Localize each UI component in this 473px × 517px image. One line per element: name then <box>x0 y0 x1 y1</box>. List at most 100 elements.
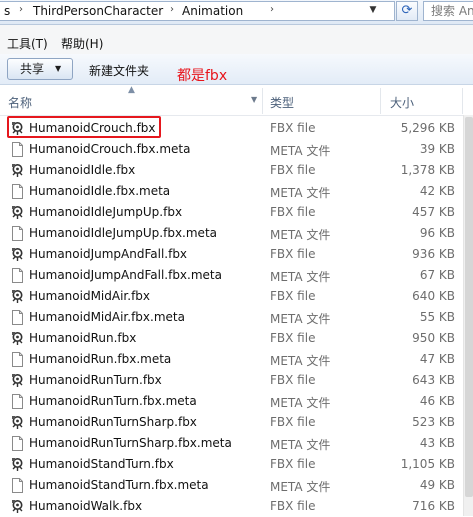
generic-file-icon <box>11 226 24 241</box>
file-row[interactable]: HumanoidJumpAndFall.fbx.meta META 文件 67 KB <box>0 265 463 286</box>
file-row[interactable]: HumanoidWalk.fbx FBX file 716 KB <box>0 496 463 517</box>
file-row[interactable]: HumanoidRun.fbx.meta META 文件 47 KB <box>0 349 463 370</box>
refresh-button[interactable]: ⟳ <box>396 1 418 21</box>
file-size: 950 KB <box>412 331 455 345</box>
file-type: META 文件 <box>270 438 331 452</box>
file-type: META 文件 <box>270 354 331 368</box>
file-row[interactable]: HumanoidRunTurn.fbx.meta META 文件 46 KB <box>0 391 463 412</box>
file-row[interactable]: HumanoidJumpAndFall.fbx FBX file 936 KB <box>0 244 463 265</box>
chevron-down-icon: ▼ <box>55 64 62 73</box>
file-size: 643 KB <box>412 373 455 387</box>
column-header-type[interactable]: 类型 <box>270 94 294 111</box>
file-type: FBX file <box>270 415 316 429</box>
fbx-file-icon <box>11 331 24 346</box>
breadcrumb-separator-icon[interactable]: › <box>19 4 23 15</box>
file-row[interactable]: HumanoidCrouch.fbx.meta META 文件 39 KB <box>0 139 463 160</box>
menu-bar: 工具(T) 帮助(H) <box>0 25 473 55</box>
file-size: 1,378 KB <box>400 163 455 177</box>
vertical-scrollbar[interactable] <box>463 115 473 516</box>
file-name: HumanoidMidAir.fbx.meta <box>29 310 185 324</box>
file-size: 523 KB <box>412 415 455 429</box>
generic-file-icon <box>11 184 24 199</box>
file-type: META 文件 <box>270 312 331 326</box>
generic-file-icon <box>11 268 24 283</box>
column-header-name[interactable]: 名称 <box>8 94 32 111</box>
file-name: HumanoidCrouch.fbx.meta <box>29 142 191 156</box>
file-type: FBX file <box>270 247 316 261</box>
file-name: HumanoidRunTurn.fbx <box>29 373 162 387</box>
fbx-file-icon <box>11 289 24 304</box>
column-header-row: ▲ 名称 ▼ 类型 大小 <box>0 85 473 116</box>
file-row[interactable]: HumanoidStandTurn.fbx.meta META 文件 49 KB <box>0 475 463 496</box>
file-row[interactable]: HumanoidRunTurn.fbx FBX file 643 KB <box>0 370 463 391</box>
column-divider[interactable] <box>462 88 463 114</box>
new-folder-button[interactable]: 新建文件夹 <box>89 62 149 79</box>
breadcrumb-separator-icon[interactable]: › <box>170 4 174 15</box>
file-name: HumanoidStandTurn.fbx.meta <box>29 478 209 492</box>
search-input[interactable]: 搜索 Ani <box>423 1 473 21</box>
file-name: HumanoidJumpAndFall.fbx.meta <box>29 268 222 282</box>
file-type: FBX file <box>270 205 316 219</box>
file-size: 46 KB <box>419 394 455 408</box>
file-name: HumanoidIdleJumpUp.fbx <box>29 205 183 219</box>
file-type: META 文件 <box>270 144 331 158</box>
scrollbar-thumb[interactable] <box>465 117 473 497</box>
menu-help[interactable]: 帮助(H) <box>61 35 103 52</box>
share-button[interactable]: 共享 ▼ <box>7 58 73 80</box>
menu-tools[interactable]: 工具(T) <box>7 35 48 52</box>
file-size: 640 KB <box>412 289 455 303</box>
file-size: 42 KB <box>419 184 455 198</box>
file-row[interactable]: HumanoidIdle.fbx FBX file 1,378 KB <box>0 160 463 181</box>
address-bar[interactable]: s › ThirdPersonCharacter › Animation › ▼ <box>0 1 395 21</box>
file-type: FBX file <box>270 457 316 471</box>
file-name: HumanoidIdle.fbx.meta <box>29 184 171 198</box>
fbx-file-icon <box>11 415 24 430</box>
file-name: HumanoidIdleJumpUp.fbx.meta <box>29 226 217 240</box>
breadcrumb-item[interactable]: s <box>4 4 10 18</box>
file-size: 39 KB <box>419 142 455 156</box>
annotation-text: 都是fbx <box>177 68 228 84</box>
command-toolbar: 共享 ▼ 新建文件夹 <box>0 54 473 85</box>
file-name: HumanoidRunTurn.fbx.meta <box>29 394 197 408</box>
generic-file-icon <box>11 436 24 451</box>
file-row[interactable]: HumanoidRunTurnSharp.fbx.meta META 文件 43 K… <box>0 433 463 454</box>
address-history-dropdown-icon[interactable]: ▼ <box>367 5 379 19</box>
column-header-size[interactable]: 大小 <box>390 94 414 111</box>
fbx-file-icon <box>11 205 24 220</box>
generic-file-icon <box>11 394 24 409</box>
file-type: META 文件 <box>270 186 331 200</box>
file-type: META 文件 <box>270 228 331 242</box>
file-size: 43 KB <box>419 436 455 450</box>
fbx-file-icon <box>11 247 24 262</box>
file-size: 96 KB <box>419 226 455 240</box>
file-row[interactable]: HumanoidIdleJumpUp.fbx FBX file 457 KB <box>0 202 463 223</box>
file-type: FBX file <box>270 289 316 303</box>
file-size: 49 KB <box>419 478 455 492</box>
column-divider[interactable] <box>262 88 263 114</box>
column-filter-dropdown-icon[interactable]: ▼ <box>251 95 257 104</box>
file-row[interactable]: HumanoidRun.fbx FBX file 950 KB <box>0 328 463 349</box>
file-size: 457 KB <box>412 205 455 219</box>
file-name: HumanoidRun.fbx <box>29 331 137 345</box>
breadcrumb-separator-icon[interactable]: › <box>270 4 274 15</box>
file-row[interactable]: HumanoidMidAir.fbx FBX file 640 KB <box>0 286 463 307</box>
file-type: FBX file <box>270 163 316 177</box>
share-label: 共享 <box>20 62 45 76</box>
file-size: 1,105 KB <box>400 457 455 471</box>
address-bar-row: s › ThirdPersonCharacter › Animation › ▼… <box>0 0 473 25</box>
file-name: HumanoidStandTurn.fbx <box>29 457 174 471</box>
file-size: 47 KB <box>419 352 455 366</box>
column-divider[interactable] <box>380 88 381 114</box>
file-row[interactable]: HumanoidIdle.fbx.meta META 文件 42 KB <box>0 181 463 202</box>
file-type: META 文件 <box>270 396 331 410</box>
breadcrumb-item[interactable]: Animation <box>182 4 243 18</box>
sort-ascending-icon: ▲ <box>128 85 135 95</box>
breadcrumb-item[interactable]: ThirdPersonCharacter <box>33 4 163 18</box>
file-row[interactable]: HumanoidRunTurnSharp.fbx FBX file 523 KB <box>0 412 463 433</box>
generic-file-icon <box>11 352 24 367</box>
file-type: FBX file <box>270 499 316 513</box>
file-type: META 文件 <box>270 270 331 284</box>
file-row[interactable]: HumanoidStandTurn.fbx FBX file 1,105 KB <box>0 454 463 475</box>
file-row[interactable]: HumanoidIdleJumpUp.fbx.meta META 文件 96 KB <box>0 223 463 244</box>
file-row[interactable]: HumanoidMidAir.fbx.meta META 文件 55 KB <box>0 307 463 328</box>
